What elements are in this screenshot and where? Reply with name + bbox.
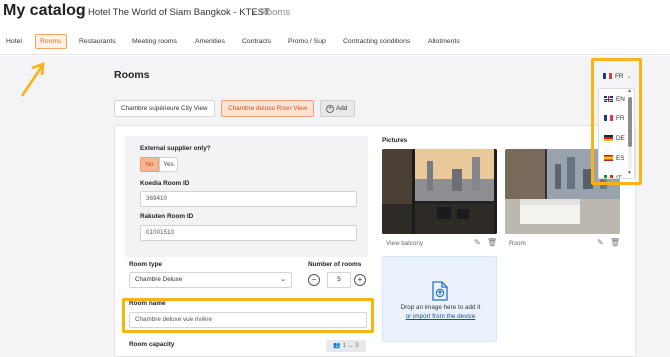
plus-icon: + xyxy=(326,105,334,113)
breadcrumb-separator: › xyxy=(252,8,255,18)
upload-file-icon xyxy=(432,281,448,301)
room-capacity-label: Room capacity xyxy=(129,341,175,348)
highlight-room-name-box xyxy=(122,298,374,333)
page-title: My catalog xyxy=(3,2,86,19)
breadcrumb-current: Rooms xyxy=(260,7,291,18)
external-supplier-label: External supplier only? xyxy=(140,145,211,152)
nav-contracting-conditions[interactable]: Contracting conditions xyxy=(343,38,410,45)
photo-balcony[interactable] xyxy=(382,149,497,234)
nav-rooms[interactable]: Rooms xyxy=(35,34,67,49)
main-nav: Hotel Rooms Restaurants Meeting rooms Am… xyxy=(0,33,670,55)
breadcrumb-separator: › xyxy=(80,8,83,18)
toggle-yes[interactable]: Yes xyxy=(159,157,178,172)
edit-icon[interactable]: ✎ xyxy=(597,238,604,247)
arrow-annotation-icon xyxy=(20,62,45,97)
section-title: Rooms xyxy=(114,69,150,81)
add-room-button[interactable]: + Add xyxy=(320,100,355,117)
add-room-label: Add xyxy=(336,105,348,112)
photo-caption-room: Room xyxy=(509,240,526,247)
import-device-link[interactable]: or import from the device xyxy=(383,313,498,320)
edit-icon[interactable]: ✎ xyxy=(474,238,481,247)
nav-hotel[interactable]: Hotel xyxy=(6,38,22,45)
image-dropzone[interactable]: Drop an image here to add it or import f… xyxy=(382,256,497,342)
photo-caption-balcony: View balcony xyxy=(386,240,423,247)
room-type-select[interactable]: Chambre Deluxe ⌄ xyxy=(129,272,292,288)
koedia-label: Koedia Room ID xyxy=(140,180,190,187)
header: My catalog › Hotel The World of Siam Ban… xyxy=(0,0,670,28)
pictures-label: Pictures xyxy=(382,137,408,144)
room-tab-superieure[interactable]: Chambre supérieure City View xyxy=(114,100,215,117)
people-icon: 👥 xyxy=(333,343,343,349)
capacity-value: 1 ↔ 3 xyxy=(342,343,359,349)
nav-restaurants[interactable]: Restaurants xyxy=(79,38,116,45)
trash-icon[interactable]: 🗑 xyxy=(610,238,620,247)
nav-contracts[interactable]: Contracts xyxy=(242,38,271,45)
trash-icon[interactable]: 🗑 xyxy=(487,238,497,247)
rakuten-label: Rakuten Room ID xyxy=(140,213,194,220)
koedia-input[interactable]: 369410 xyxy=(140,191,357,207)
room-type-value: Chambre Deluxe xyxy=(135,276,183,283)
toggle-no[interactable]: No xyxy=(140,157,159,172)
nav-promo-sup[interactable]: Promo / Sup xyxy=(288,38,326,45)
room-tab-deluxe[interactable]: Chambre deluxe River View xyxy=(221,100,315,117)
rakuten-input[interactable]: 01001510 xyxy=(140,225,357,241)
highlight-language-box xyxy=(591,58,642,185)
breadcrumb-hotel-link[interactable]: Hotel The World of Siam Bangkok - KTEST xyxy=(88,7,270,18)
room-type-label: Room type xyxy=(129,261,163,268)
increment-button[interactable]: + xyxy=(354,274,366,286)
nav-meeting-rooms[interactable]: Meeting rooms xyxy=(132,38,177,45)
nav-amenities[interactable]: Amenities xyxy=(195,38,225,45)
number-rooms-label: Number of rooms xyxy=(308,261,362,268)
nav-allotments[interactable]: Allotments xyxy=(428,38,460,45)
decrement-button[interactable]: − xyxy=(308,274,320,286)
chevron-down-icon: ⌄ xyxy=(280,276,286,283)
capacity-badge: 👥 1 ↔ 3 xyxy=(326,340,366,352)
number-rooms-input[interactable]: 5 xyxy=(327,272,351,288)
dropzone-text: Drop an image here to add it xyxy=(400,304,481,311)
